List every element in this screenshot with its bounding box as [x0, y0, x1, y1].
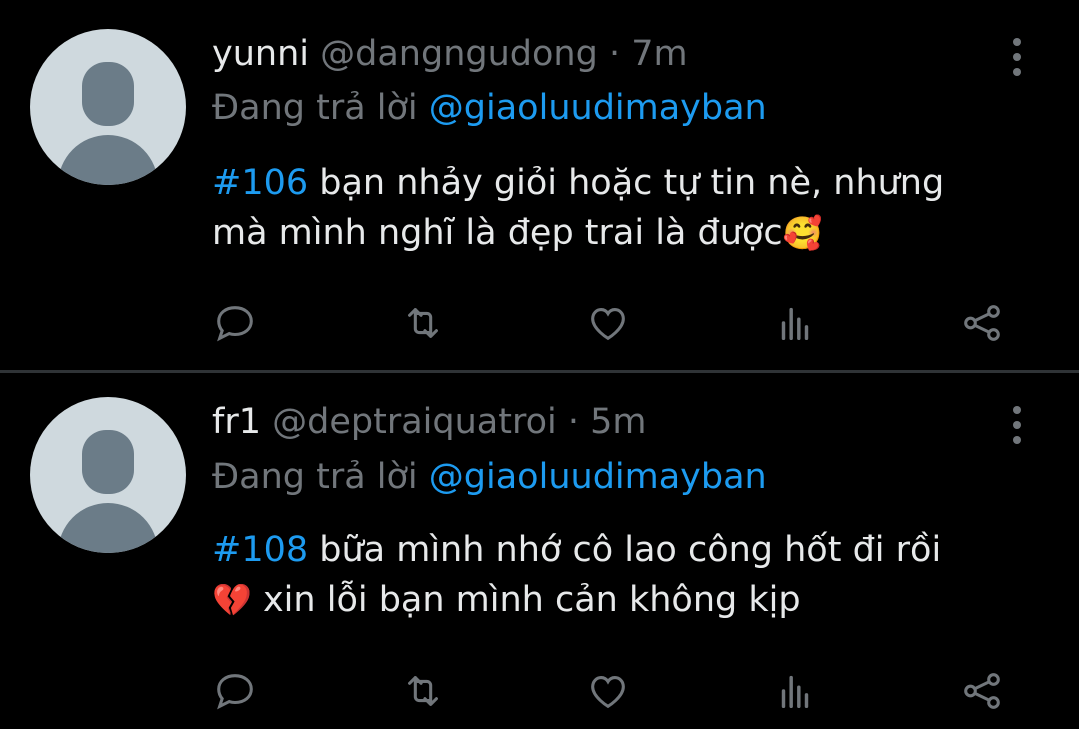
avatar-head — [82, 62, 134, 126]
separator: · — [567, 402, 579, 442]
broken-heart-emoji: 💔 — [212, 581, 252, 619]
reply-context: Đang trả lời @giaoluudimayban — [212, 86, 767, 130]
reply-prefix: Đang trả lời — [212, 457, 418, 497]
tweet-header: yunni @dangngudong · 7m — [212, 32, 688, 76]
more-icon[interactable] — [1005, 38, 1029, 76]
reply-prefix: Đang trả lời — [212, 88, 418, 128]
reply-mention[interactable]: @giaoluudimayban — [429, 88, 767, 128]
reply-icon — [217, 674, 253, 710]
display-name[interactable]: yunni — [212, 34, 309, 74]
avatar-shoulders — [58, 503, 158, 553]
action-bar — [0, 298, 1079, 348]
tweet-text: #106 bạn nhảy giỏi hoặc tự tin nè, nhưng… — [212, 158, 1052, 258]
reply-icon — [217, 306, 253, 342]
avatar[interactable] — [30, 29, 186, 185]
hashtag[interactable]: #106 — [212, 163, 308, 203]
reply-button[interactable] — [210, 666, 260, 716]
retweet-button[interactable] — [398, 666, 448, 716]
reply-mention[interactable]: @giaoluudimayban — [429, 457, 767, 497]
smiling-hearts-emoji: 🥰 — [782, 214, 823, 252]
tweet-text: #108 bữa mình nhớ cô lao công hốt đi rồi… — [212, 525, 1052, 625]
tweet-text-line: mà mình nghĩ là đẹp trai là được — [212, 213, 783, 253]
share-button[interactable] — [957, 298, 1007, 348]
display-name[interactable]: fr1 — [212, 402, 261, 442]
reply-context: Đang trả lời @giaoluudimayban — [212, 455, 767, 499]
like-icon — [591, 676, 625, 709]
tweet[interactable]: fr1 @deptraiquatroi · 5m Đang trả lời @g… — [0, 373, 1079, 729]
tweet-text-line: bạn nhảy giỏi hoặc tự tin nè, nhưng — [308, 163, 945, 203]
share-icon — [964, 673, 1000, 709]
reply-button[interactable] — [210, 298, 260, 348]
user-handle[interactable]: @dangngudong — [320, 34, 598, 74]
hashtag[interactable]: #108 — [212, 530, 308, 570]
tweet-text-line: xin lỗi bạn mình cản không kịp — [251, 580, 801, 620]
tweet-text-line: bữa mình nhớ cô lao công hốt đi rồi — [308, 530, 942, 570]
share-button[interactable] — [957, 666, 1007, 716]
timestamp[interactable]: 7m — [631, 34, 687, 74]
avatar[interactable] — [30, 397, 186, 553]
views-button[interactable] — [770, 298, 820, 348]
views-icon — [781, 675, 809, 709]
like-button[interactable] — [583, 298, 633, 348]
like-button[interactable] — [583, 666, 633, 716]
retweet-icon — [408, 676, 438, 706]
more-icon[interactable] — [1005, 406, 1029, 444]
views-icon — [781, 307, 809, 341]
separator: · — [608, 34, 621, 74]
retweet-icon — [408, 308, 438, 338]
share-icon — [964, 305, 1000, 341]
retweet-button[interactable] — [398, 298, 448, 348]
avatar-head — [82, 430, 134, 494]
user-handle[interactable]: @deptraiquatroi — [272, 402, 557, 442]
tweet[interactable]: yunni @dangngudong · 7m Đang trả lời @gi… — [0, 0, 1079, 370]
like-icon — [591, 308, 625, 341]
avatar-shoulders — [58, 135, 158, 185]
timestamp[interactable]: 5m — [590, 402, 646, 442]
views-button[interactable] — [770, 666, 820, 716]
action-bar — [0, 666, 1079, 716]
tweet-header: fr1 @deptraiquatroi · 5m — [212, 400, 647, 444]
